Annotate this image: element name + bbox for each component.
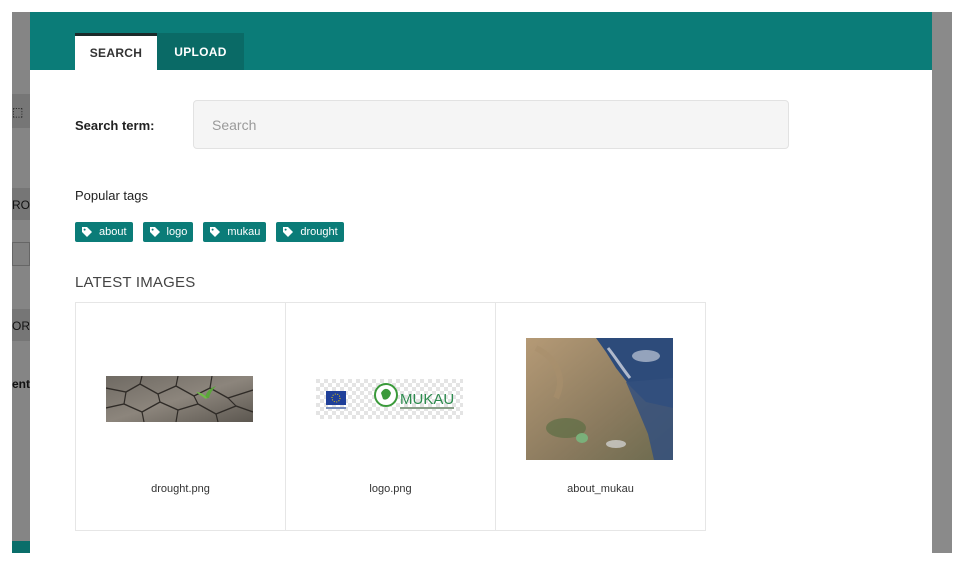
logo-thumbnail: MUKAU — [316, 379, 463, 419]
tag-icon — [210, 227, 221, 237]
tag-mukau[interactable]: mukau — [203, 222, 267, 242]
search-term-label: Search term: — [75, 118, 155, 133]
tag-label: about — [99, 226, 127, 238]
tag-label: drought — [300, 226, 338, 238]
image-grid: drought.png MUKAU logo.png about_mukau — [75, 302, 706, 531]
logo-text: MUKAU — [400, 391, 454, 408]
image-card-logo[interactable]: MUKAU logo.png — [286, 303, 496, 530]
image-card-drought[interactable]: drought.png — [76, 303, 286, 530]
tab-upload[interactable]: UPLOAD — [157, 33, 244, 70]
tag-icon — [283, 227, 294, 237]
tag-icon — [149, 227, 160, 237]
tag-drought[interactable]: drought — [276, 222, 344, 242]
about-mukau-thumbnail — [526, 338, 673, 460]
popular-tags-list: about logo mukau drought — [75, 222, 354, 242]
image-filename: logo.png — [369, 483, 412, 495]
modal-header: SEARCH UPLOAD — [30, 12, 932, 70]
image-card-about-mukau[interactable]: about_mukau — [496, 303, 705, 530]
tag-icon — [82, 227, 92, 237]
image-filename: about_mukau — [567, 483, 634, 495]
search-input[interactable] — [193, 100, 789, 149]
popular-tags-title: Popular tags — [75, 188, 148, 203]
tag-about[interactable]: about — [75, 222, 133, 242]
backdrop-right-edge — [932, 12, 952, 553]
tag-label: logo — [166, 226, 188, 238]
latest-images-title: LATEST IMAGES — [75, 274, 196, 291]
tab-search[interactable]: SEARCH — [75, 33, 157, 70]
drought-thumbnail — [106, 376, 253, 422]
background-bottom-bar — [12, 541, 30, 553]
image-filename: drought.png — [151, 483, 210, 495]
tag-label: mukau — [227, 226, 261, 238]
image-picker-modal: SEARCH UPLOAD Search term: Popular tags … — [30, 12, 932, 553]
tag-logo[interactable]: logo — [142, 222, 194, 242]
